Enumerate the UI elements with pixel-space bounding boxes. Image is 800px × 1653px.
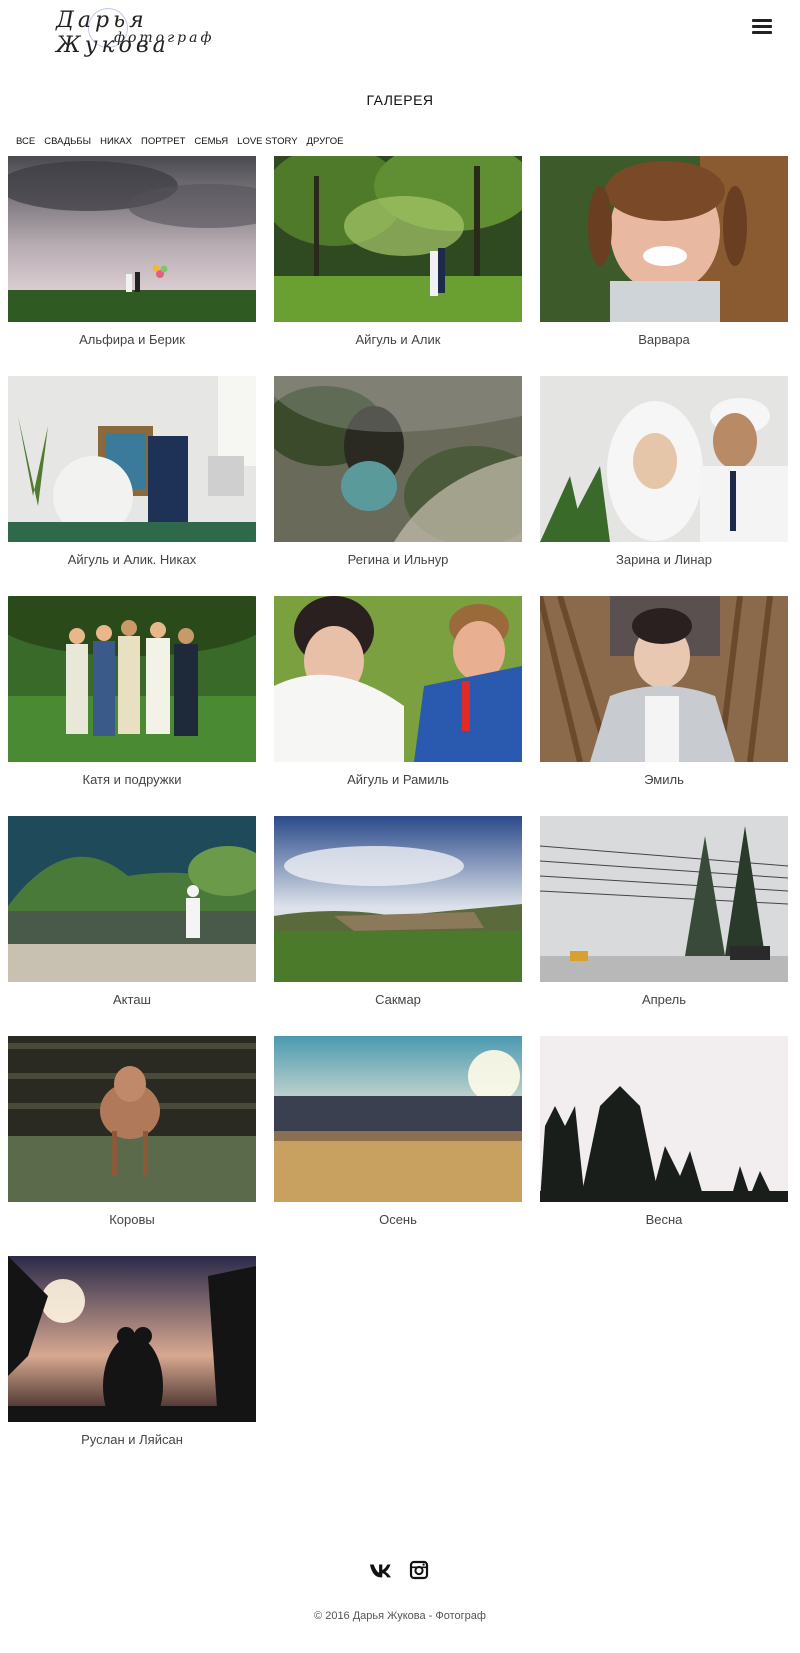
gallery-item[interactable]: Акташ xyxy=(8,816,256,1007)
filter-weddings[interactable]: СВАДЬБЫ xyxy=(44,136,91,147)
gallery-item[interactable]: Варвара xyxy=(540,156,788,347)
gallery-item[interactable]: Сакмар xyxy=(274,816,522,1007)
gallery-caption[interactable]: Катя и подружки xyxy=(8,772,256,787)
gallery-photo[interactable] xyxy=(540,596,788,762)
gallery-photo[interactable] xyxy=(540,156,788,322)
gallery-caption[interactable]: Сакмар xyxy=(274,992,522,1007)
gallery-caption[interactable]: Зарина и Линар xyxy=(540,552,788,567)
gallery-photo[interactable] xyxy=(8,1036,256,1202)
gallery-caption[interactable]: Регина и Ильнур xyxy=(274,552,522,567)
gallery-photo[interactable] xyxy=(8,156,256,322)
gallery-item[interactable]: Айгуль и Рамиль xyxy=(274,596,522,787)
gallery-photo[interactable] xyxy=(274,816,522,982)
vk-icon[interactable] xyxy=(369,1560,391,1580)
filter-love-story[interactable]: LOVE STORY xyxy=(237,136,297,147)
gallery-item[interactable]: Весна xyxy=(540,1036,788,1227)
gallery-photo[interactable] xyxy=(8,376,256,542)
gallery-photo[interactable] xyxy=(540,376,788,542)
site-header: Дарья Жукова фотограф xyxy=(0,0,800,60)
gallery-caption[interactable]: Акташ xyxy=(8,992,256,1007)
gallery-photo[interactable] xyxy=(274,156,522,322)
logo-subtitle: фотограф xyxy=(114,30,215,46)
gallery-photo[interactable] xyxy=(274,596,522,762)
site-logo[interactable]: Дарья Жукова фотограф xyxy=(52,6,252,58)
gallery-item[interactable]: Айгуль и Алик xyxy=(274,156,522,347)
gallery-caption[interactable]: Айгуль и Алик xyxy=(274,332,522,347)
instagram-icon[interactable] xyxy=(409,1560,431,1580)
filter-nikah[interactable]: НИКАХ xyxy=(100,136,132,147)
filter-other[interactable]: ДРУГОЕ xyxy=(307,136,344,147)
filter-portrait[interactable]: ПОРТРЕТ xyxy=(141,136,185,147)
gallery-caption[interactable]: Айгуль и Алик. Никах xyxy=(8,552,256,567)
gallery-caption[interactable]: Весна xyxy=(540,1212,788,1227)
gallery-photo[interactable] xyxy=(8,1256,256,1422)
copyright-text: © 2016 Дарья Жукова - Фотограф xyxy=(314,1610,486,1622)
gallery-item[interactable]: Коровы xyxy=(8,1036,256,1227)
gallery-item[interactable]: Альфира и Берик xyxy=(8,156,256,347)
gallery-photo[interactable] xyxy=(274,376,522,542)
gallery-item[interactable]: Осень xyxy=(274,1036,522,1227)
gallery-caption[interactable]: Апрель xyxy=(540,992,788,1007)
social-links xyxy=(0,1560,800,1580)
gallery-caption[interactable]: Руслан и Ляйсан xyxy=(8,1432,256,1447)
filter-all[interactable]: ВСЕ xyxy=(16,136,35,147)
gallery-caption[interactable]: Коровы xyxy=(8,1212,256,1227)
gallery-filters: ВСЕ СВАДЬБЫ НИКАХ ПОРТРЕТ СЕМЬЯ LOVE STO… xyxy=(16,136,343,147)
gallery-item[interactable]: Зарина и Линар xyxy=(540,376,788,567)
filter-family[interactable]: СЕМЬЯ xyxy=(194,136,228,147)
gallery-caption[interactable]: Эмиль xyxy=(540,772,788,787)
gallery-photo[interactable] xyxy=(540,1036,788,1202)
gallery-photo[interactable] xyxy=(8,596,256,762)
page-title: ГАЛЕРЕЯ xyxy=(366,92,434,108)
gallery-caption[interactable]: Варвара xyxy=(540,332,788,347)
gallery-photo[interactable] xyxy=(540,816,788,982)
gallery-caption[interactable]: Айгуль и Рамиль xyxy=(274,772,522,787)
gallery-item[interactable]: Регина и Ильнур xyxy=(274,376,522,567)
hamburger-menu-icon[interactable] xyxy=(752,16,776,36)
gallery-item[interactable]: Апрель xyxy=(540,816,788,1007)
gallery-item[interactable]: Катя и подружки xyxy=(8,596,256,787)
gallery-item[interactable]: Эмиль xyxy=(540,596,788,787)
gallery-photo[interactable] xyxy=(274,1036,522,1202)
gallery-caption[interactable]: Осень xyxy=(274,1212,522,1227)
gallery-item[interactable]: Руслан и Ляйсан xyxy=(8,1256,256,1447)
gallery-caption[interactable]: Альфира и Берик xyxy=(8,332,256,347)
gallery-item[interactable]: Айгуль и Алик. Никах xyxy=(8,376,256,567)
gallery-photo[interactable] xyxy=(8,816,256,982)
